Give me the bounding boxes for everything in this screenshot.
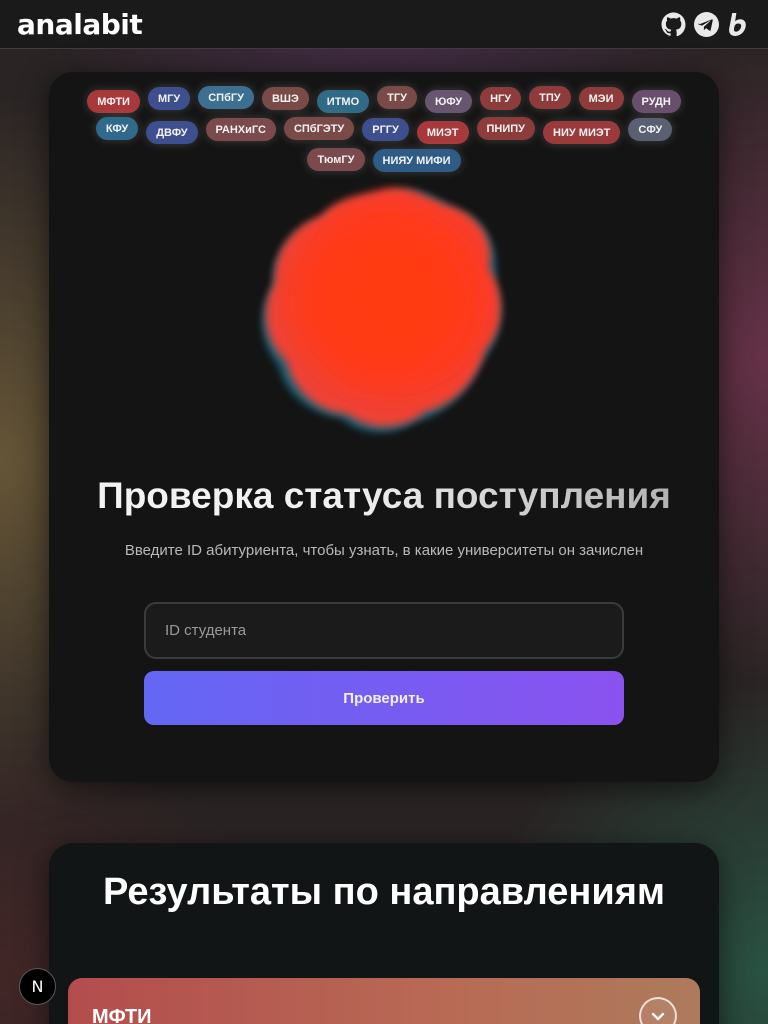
student-id-input[interactable] — [144, 602, 624, 659]
results-title: Результаты по направлениям — [103, 871, 665, 913]
university-tag[interactable]: РАНХиГС — [205, 118, 276, 141]
brand-b-icon[interactable] — [727, 12, 752, 37]
university-tag[interactable]: СФУ — [628, 118, 673, 141]
university-tag[interactable]: ЮФУ — [424, 90, 473, 113]
animated-blob — [249, 182, 519, 442]
university-tag[interactable]: РГГУ — [362, 118, 409, 141]
university-tag[interactable]: НИУ МИЭТ — [543, 121, 621, 144]
university-tag[interactable]: МГУ — [147, 87, 191, 110]
university-tags: МФТИ МГУ СПбГУ ВШЭ ИТМО ТГУ ЮФУ НГУ ТПУ МЭИ РУДН КФ… — [79, 86, 689, 172]
university-tag[interactable]: СПбГУ — [198, 86, 254, 109]
telegram-icon[interactable] — [694, 11, 719, 37]
page-subtitle: Введите ID абитуриента, чтобы узнать, в … — [124, 542, 644, 559]
university-tag[interactable]: МЭИ — [578, 87, 624, 110]
university-tag[interactable]: МФТИ — [87, 90, 140, 113]
university-tag[interactable]: ТПУ — [529, 86, 571, 109]
github-icon[interactable] — [661, 12, 686, 37]
status-check-card: МФТИ МГУ СПбГУ ВШЭ ИТМО ТГУ ЮФУ НГУ ТПУ МЭИ РУДН КФ… — [49, 72, 719, 782]
nextjs-dev-badge[interactable]: N — [19, 968, 56, 1005]
chevron-down-icon — [651, 1012, 665, 1021]
university-tag[interactable]: ТГУ — [377, 86, 417, 109]
header-links — [661, 11, 752, 37]
university-tag[interactable]: ТюмГУ — [307, 148, 365, 171]
result-university-name: МФТИ — [92, 1006, 152, 1024]
university-tag[interactable]: КФУ — [95, 117, 139, 140]
check-button[interactable]: Проверить — [144, 671, 624, 725]
page-title: Проверка статуса поступления — [49, 475, 719, 517]
university-tag[interactable]: СПбГЭТУ — [283, 117, 355, 140]
university-tag[interactable]: ВШЭ — [261, 87, 309, 110]
result-item[interactable]: МФТИ — [68, 978, 700, 1024]
university-tag[interactable]: НИЯУ МИФИ — [372, 149, 461, 172]
university-tag[interactable]: НГУ — [480, 87, 522, 110]
university-tag[interactable]: МИЭТ — [416, 121, 469, 144]
expand-button[interactable] — [639, 997, 677, 1024]
university-tag[interactable]: РУДН — [631, 90, 681, 113]
results-card: Результаты по направлениям МФТИ — [49, 843, 719, 1024]
site-logo[interactable]: analabit — [17, 8, 143, 41]
university-tag[interactable]: ПНИПУ — [476, 117, 536, 140]
university-tag[interactable]: ДВФУ — [146, 121, 198, 144]
blob-graphic — [262, 187, 501, 433]
university-tag[interactable]: ИТМО — [316, 90, 370, 113]
top-bar: analabit — [0, 0, 768, 49]
